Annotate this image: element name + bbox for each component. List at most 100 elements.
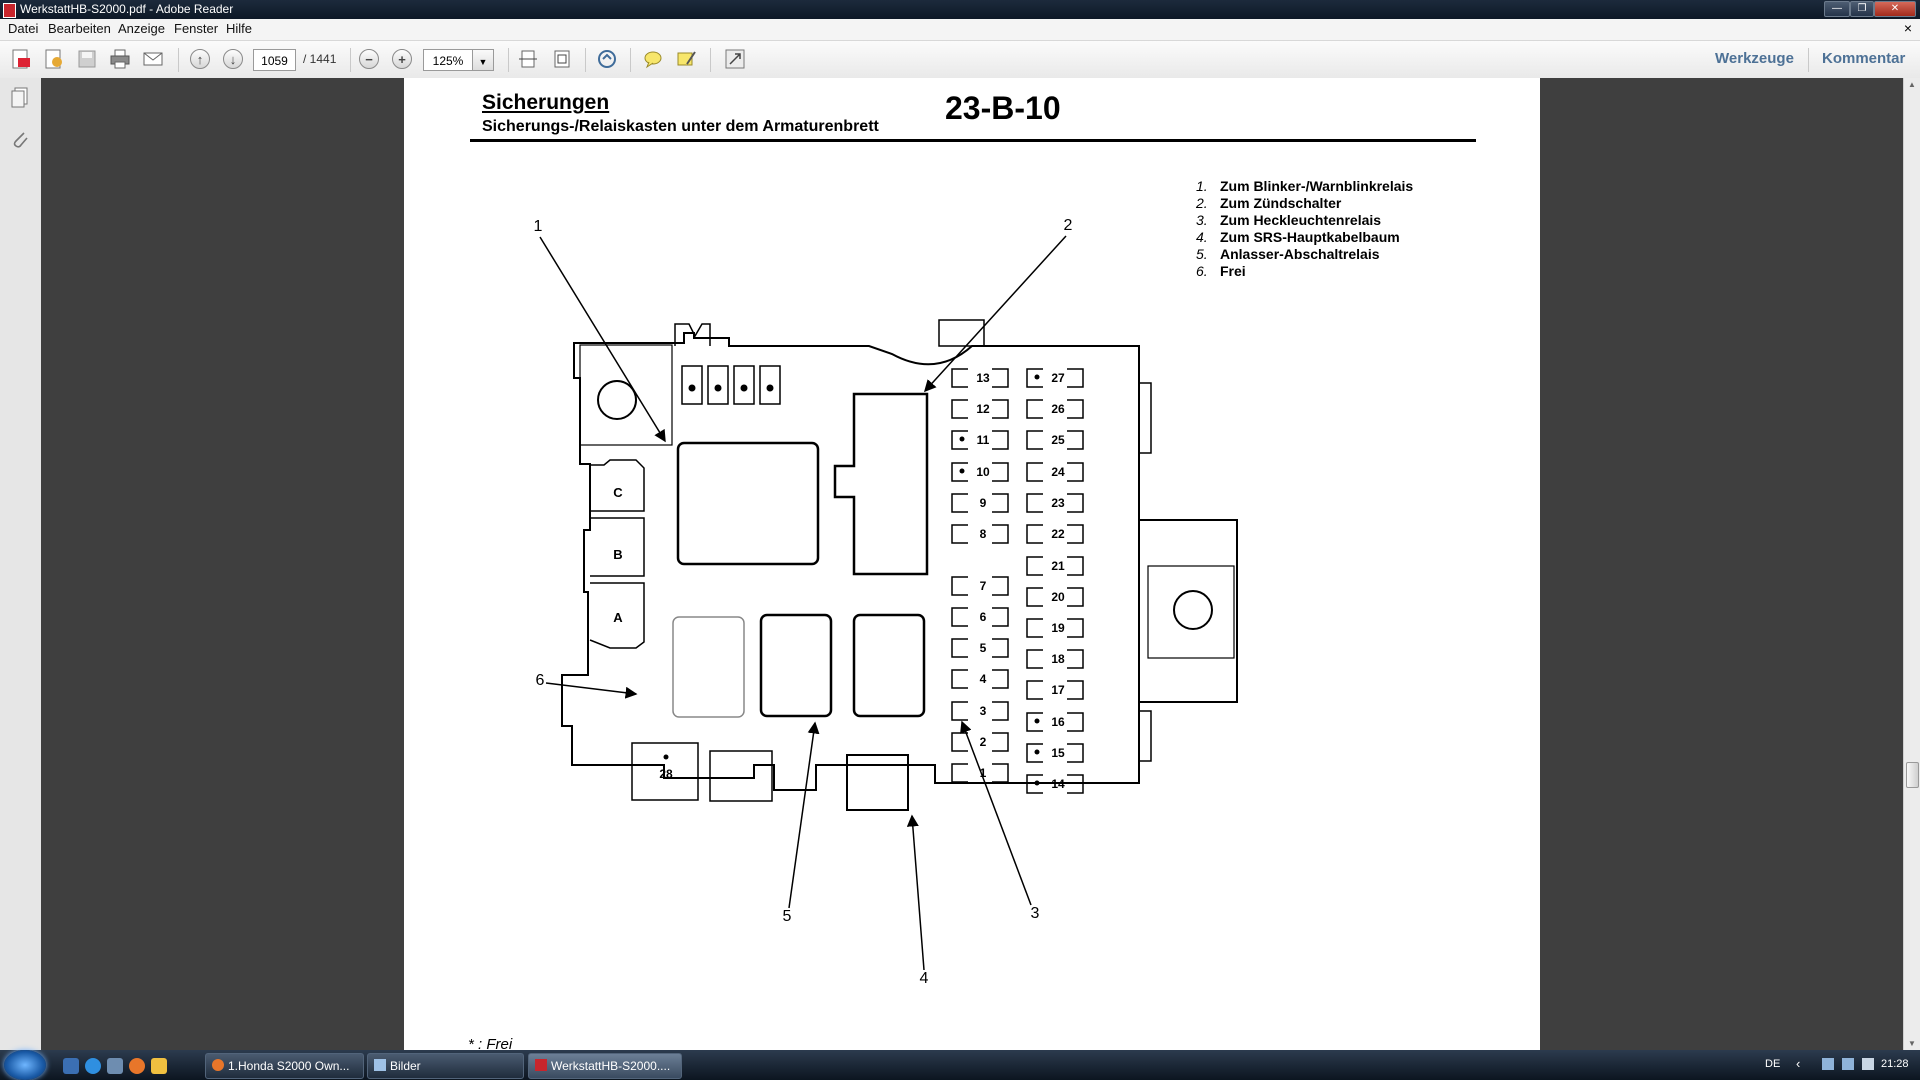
right-connector [1138, 519, 1238, 703]
fuse-8: 8 [951, 524, 1009, 544]
fuse-17: 17 [1026, 680, 1084, 700]
close-document-icon[interactable]: × [1904, 20, 1912, 36]
relay-pin-block [674, 323, 781, 405]
fuse-22: 22 [1026, 524, 1084, 544]
right-connector-inner [1147, 565, 1235, 659]
fuse-19: 19 [1026, 618, 1084, 638]
fuse-label: 16 [1051, 715, 1065, 729]
create-pdf-icon[interactable] [8, 47, 34, 71]
fuse-11: 11 [951, 430, 1009, 450]
task-adobe-reader[interactable]: WerkstattHB-S2000.... [528, 1053, 682, 1079]
next-page-button[interactable]: ↓ [220, 47, 246, 71]
vertical-scrollbar[interactable]: ▲ ▼ [1903, 78, 1920, 1050]
print-icon[interactable] [107, 47, 133, 71]
save-icon[interactable] [74, 47, 100, 71]
fuse-20: 20 [1026, 587, 1084, 607]
zoom-dropdown-button[interactable]: ▼ [472, 49, 494, 71]
previous-page-button[interactable]: ↑ [187, 47, 213, 71]
fuse-label: 11 [977, 433, 990, 447]
tray-app-icon[interactable] [1842, 1058, 1854, 1070]
mounting-hole [1173, 590, 1213, 630]
firefox-icon [212, 1059, 224, 1071]
fuse-16: 16 [1026, 712, 1084, 732]
volume-icon[interactable] [1862, 1058, 1874, 1070]
fuse-label: 20 [1051, 590, 1065, 604]
menu-fenster[interactable]: Fenster [174, 21, 218, 36]
fuse-10: 10 [951, 462, 1009, 482]
zoom-input[interactable]: 125% [423, 49, 473, 71]
leader-line [960, 720, 1032, 906]
scroll-thumb[interactable] [1906, 762, 1919, 788]
connector-label: A [613, 610, 623, 625]
navigation-panel [0, 78, 42, 1050]
toolbar-separator [350, 48, 351, 72]
title-bar: WerkstattHB-S2000.pdf - Adobe Reader — ❐… [0, 0, 1920, 19]
fuse-9: 9 [951, 493, 1009, 513]
fuse-15: 15 [1026, 743, 1084, 763]
minimize-button[interactable]: — [1824, 1, 1850, 17]
zoom-in-button[interactable]: + [389, 47, 415, 71]
menu-anzeige[interactable]: Anzeige [118, 21, 165, 36]
media-player-icon[interactable] [151, 1058, 167, 1074]
srs-connector [846, 754, 909, 811]
tools-button[interactable]: Werkzeuge [1715, 50, 1794, 67]
menu-hilfe[interactable]: Hilfe [226, 21, 252, 36]
start-button[interactable] [4, 1050, 46, 1080]
menu-datei[interactable]: Datei [8, 21, 38, 36]
language-indicator[interactable]: DE [1765, 1058, 1780, 1070]
switch-windows-icon[interactable] [107, 1058, 123, 1074]
read-mode-icon[interactable] [594, 47, 620, 71]
page-thumbnails-icon[interactable] [9, 86, 31, 113]
fuse-label: 26 [1051, 402, 1065, 416]
window-title: WerkstattHB-S2000.pdf - Adobe Reader [20, 2, 234, 16]
highlight-icon[interactable] [673, 47, 699, 71]
fuse-label: 2 [980, 735, 987, 749]
edit-pdf-icon[interactable] [41, 47, 67, 71]
fuse-23: 23 [1026, 493, 1084, 513]
email-icon[interactable] [140, 47, 166, 71]
fuse-24: 24 [1026, 462, 1084, 482]
show-desktop-icon[interactable] [63, 1058, 79, 1074]
arrow-down-icon: ↓ [223, 49, 243, 69]
folder-icon [374, 1059, 386, 1071]
scroll-up-icon[interactable]: ▲ [1908, 80, 1916, 89]
page-number-input[interactable]: 1059 [253, 49, 296, 71]
fuse-label: 19 [1051, 621, 1065, 635]
maximize-button[interactable]: ❐ [1850, 1, 1874, 17]
plus-icon: + [392, 49, 412, 69]
fuse-28-label: 28 [659, 767, 673, 781]
clock[interactable]: 21:28 [1881, 1058, 1909, 1070]
fuse-13: 13 [951, 368, 1009, 388]
side-tab [1138, 382, 1152, 454]
zoom-out-button[interactable]: − [356, 47, 382, 71]
scroll-down-icon[interactable]: ▼ [1908, 1039, 1916, 1048]
fuse-label: 18 [1051, 652, 1065, 666]
connector-label: C [613, 485, 623, 500]
tray-expand-icon[interactable]: ‹ [1796, 1056, 1800, 1071]
fit-width-icon[interactable] [515, 47, 541, 71]
fullscreen-icon[interactable] [722, 47, 748, 71]
fuse-6: 6 [951, 607, 1009, 627]
close-button[interactable]: ✕ [1874, 1, 1916, 17]
fuse-label: 8 [980, 527, 987, 541]
firefox-icon[interactable] [129, 1058, 145, 1074]
fuse-label: 22 [1051, 527, 1065, 541]
comment-button[interactable]: Kommentar [1822, 50, 1905, 67]
fuse-label: 12 [976, 402, 990, 416]
network-icon[interactable] [1822, 1058, 1834, 1070]
page-total: / 1441 [303, 52, 337, 66]
task-bilder[interactable]: Bilder [367, 1053, 524, 1079]
document-viewport[interactable]: Sicherungen Sicherungs-/Relaiskasten unt… [41, 78, 1903, 1050]
attachments-icon[interactable] [9, 128, 31, 155]
fuse-label: 14 [1051, 777, 1065, 791]
menu-bearbeiten[interactable]: Bearbeiten [48, 21, 111, 36]
bottom-connector [709, 750, 773, 802]
fuse-3: 3 [951, 701, 1009, 721]
sticky-note-icon[interactable] [640, 47, 666, 71]
toolbar-separator [1808, 48, 1809, 72]
internet-explorer-icon[interactable] [85, 1058, 101, 1074]
fit-page-icon[interactable] [549, 47, 575, 71]
chevron-down-icon: ▼ [478, 57, 488, 67]
fuse-label: 21 [1051, 559, 1065, 573]
task-honda-owner[interactable]: 1.Honda S2000 Own... [205, 1053, 364, 1079]
